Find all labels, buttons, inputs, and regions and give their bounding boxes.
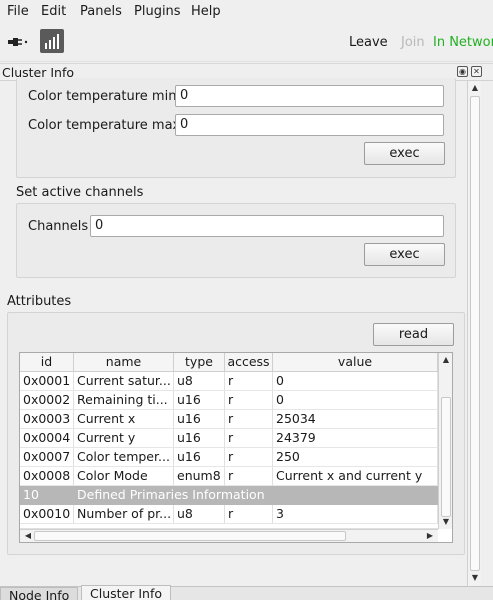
menu-file[interactable]: File (7, 4, 29, 19)
cell-type: u8 (174, 372, 225, 391)
cell-access: r (225, 448, 273, 467)
cell-access: r (225, 391, 273, 410)
cell-name: Current satur... (74, 372, 174, 391)
column-header-value[interactable]: value (273, 353, 438, 372)
color-temp-min-label: Color temperature min (28, 89, 177, 104)
menu-panels[interactable]: Panels (80, 4, 122, 19)
cell-access: r (225, 467, 273, 486)
table-row[interactable]: 0x0001 Current satur... u8 r 0 (20, 372, 438, 391)
scroll-up-arrow-icon[interactable]: ▲ (441, 355, 451, 365)
network-status: In Network (433, 35, 493, 50)
cell-name: Color Mode (74, 467, 174, 486)
cell-value: 250 (273, 448, 438, 467)
cell-name: Number of pr... (74, 505, 174, 524)
column-header-type[interactable]: type (174, 353, 225, 372)
cell-type: enum8 (174, 467, 225, 486)
scroll-right-arrow-icon[interactable]: ▶ (425, 531, 435, 541)
read-button[interactable]: read (373, 323, 454, 346)
float-icon[interactable]: ◉ (457, 66, 468, 77)
scroll-down-arrow-icon[interactable]: ▼ (441, 517, 451, 527)
channels-exec-button[interactable]: exec (364, 243, 445, 266)
cell-name: Defined Primaries Information (77, 487, 265, 502)
table-vertical-scrollbar[interactable]: ▲ ▼ (438, 353, 452, 529)
cell-name: Color temper... (74, 448, 174, 467)
table-row[interactable]: 0x0003 Current x u16 r 25034 (20, 410, 438, 429)
cell-id: 0x0008 (20, 467, 74, 486)
cell-type: u16 (174, 410, 225, 429)
color-temp-min-input[interactable]: 0 (175, 85, 444, 107)
cell-id: 10 (23, 487, 39, 502)
table-row[interactable]: 0x0010 Number of pr... u8 r 3 (20, 505, 438, 524)
signal-bars-icon[interactable] (40, 29, 64, 53)
active-channels-title: Set active channels (16, 185, 144, 200)
close-icon[interactable]: ✕ (471, 66, 482, 77)
cell-value: 0 (273, 391, 438, 410)
column-header-id[interactable]: id (20, 353, 74, 372)
table-vertical-scroll-thumb[interactable] (441, 397, 451, 517)
cell-name: Current x (74, 410, 174, 429)
panel-vertical-scrollbar[interactable]: ▲ ▼ (467, 81, 481, 587)
table-row[interactable]: 0x0007 Color temper... u16 r 250 (20, 448, 438, 467)
cell-id: 0x0004 (20, 429, 74, 448)
cell-value: 0 (273, 372, 438, 391)
cell-type: u16 (174, 429, 225, 448)
active-channels-group: Channels 0 exec (16, 203, 456, 278)
cell-type: u16 (174, 448, 225, 467)
cell-access: r (225, 410, 273, 429)
panel-scroll-up-arrow-icon[interactable]: ▲ (470, 83, 480, 93)
menu-plugins[interactable]: Plugins (134, 4, 181, 19)
column-header-access[interactable]: access (225, 353, 273, 372)
cell-access: r (225, 505, 273, 524)
cell-value: 24379 (273, 429, 438, 448)
color-temp-exec-button[interactable]: exec (364, 142, 445, 165)
color-temp-max-label: Color temperature max (28, 118, 181, 133)
menu-edit[interactable]: Edit (41, 4, 66, 19)
channels-label: Channels (28, 219, 89, 234)
table-row[interactable]: 0x0008 Color Mode enum8 r Current x and … (20, 467, 438, 486)
cell-value: 3 (273, 505, 438, 524)
cell-name: Remaining ti... (74, 391, 174, 410)
cell-id: 0x0010 (20, 505, 74, 524)
cell-type: u16 (174, 391, 225, 410)
color-temperature-group: Color temperature min 0 Color temperatur… (16, 78, 456, 178)
color-temp-max-input[interactable]: 0 (175, 114, 444, 136)
menu-bar: File Edit Panels Plugins Help (0, 0, 493, 24)
table-section-row[interactable]: 10 Defined Primaries Information (20, 486, 438, 505)
tab-cluster-info[interactable]: Cluster Info (81, 585, 171, 600)
table-row[interactable]: 0x0002 Remaining ti... u16 r 0 (20, 391, 438, 410)
cell-access: r (225, 429, 273, 448)
column-header-name[interactable]: name (74, 353, 174, 372)
cell-value: 25034 (273, 410, 438, 429)
cell-id: 0x0001 (20, 372, 74, 391)
toolbar: Leave Join In Network (0, 24, 493, 62)
cell-id: 0x0007 (20, 448, 74, 467)
cell-id: 0x0003 (20, 410, 74, 429)
cell-name: Current y (74, 429, 174, 448)
table-horizontal-scroll-thumb[interactable] (34, 531, 346, 541)
scroll-left-arrow-icon[interactable]: ◀ (23, 531, 33, 541)
plug-icon[interactable] (7, 35, 29, 49)
table-horizontal-scrollbar[interactable]: ◀ ▶ (20, 529, 438, 542)
attributes-title: Attributes (7, 294, 72, 309)
cell-access: r (225, 372, 273, 391)
table-row[interactable]: 0x0004 Current y u16 r 24379 (20, 429, 438, 448)
attributes-table: id name type access value 0x0001 Current… (19, 352, 453, 543)
tab-node-info[interactable]: Node Info (0, 587, 79, 600)
panel-vertical-scroll-thumb[interactable] (470, 96, 480, 571)
cell-type: u8 (174, 505, 225, 524)
panel-scroll-down-arrow-icon[interactable]: ▼ (470, 573, 480, 583)
join-button[interactable]: Join (401, 35, 425, 50)
leave-button[interactable]: Leave (349, 35, 388, 50)
cell-value: Current x and current y (273, 467, 438, 486)
channels-input[interactable]: 0 (90, 215, 444, 237)
cell-id: 0x0002 (20, 391, 74, 410)
menu-help[interactable]: Help (191, 4, 221, 19)
